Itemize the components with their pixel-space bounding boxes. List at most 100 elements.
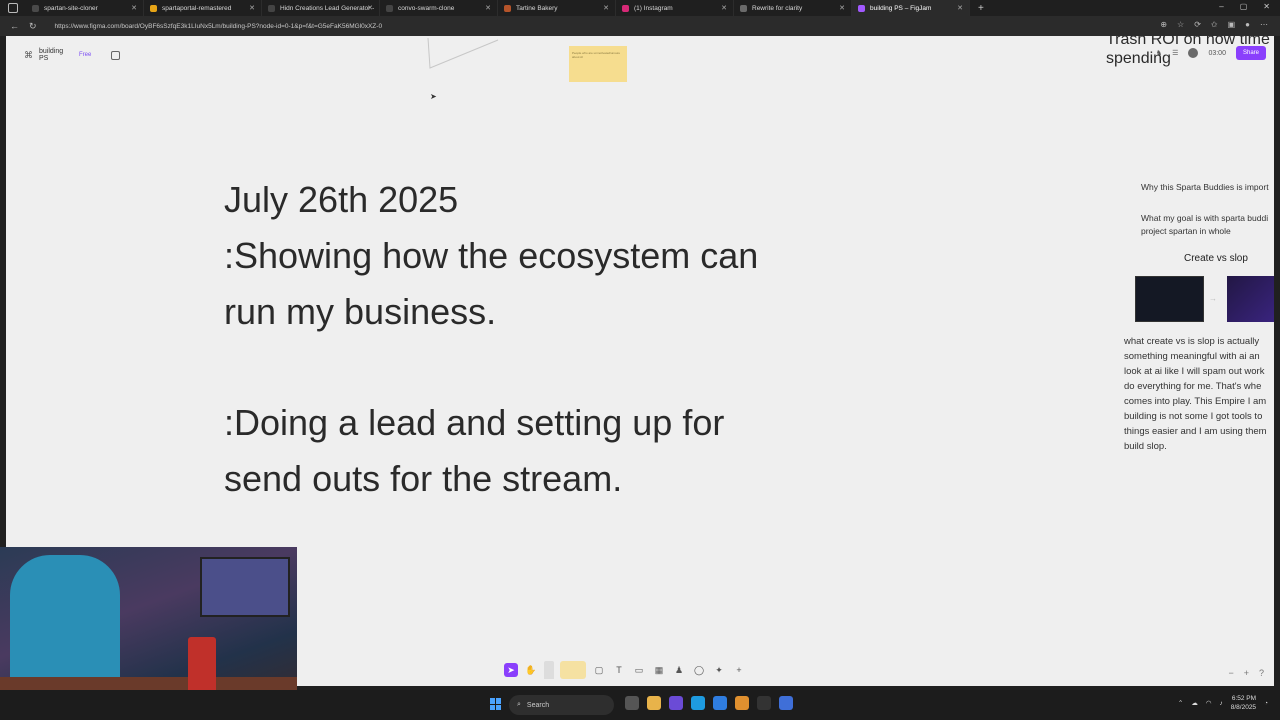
close-window-icon[interactable]: ✕ [1263,2,1270,11]
clock[interactable]: 6:52 PM 8/8/2025 [1231,694,1256,712]
profile-avatar[interactable]: ● [1245,20,1250,29]
app-icon[interactable] [669,696,683,710]
shape-tool-icon[interactable]: ▢ [592,663,606,677]
chat-icon[interactable]: ☰ [1172,49,1178,57]
browser-tab[interactable]: spartan-site-cloner ✕ [26,0,144,16]
hand-tool-icon[interactable]: ✋ [524,663,538,677]
sticky-tool-icon[interactable] [560,661,586,679]
board-text-line-1[interactable]: July 26th 2025 [224,179,458,221]
zoom-in-icon[interactable]: + [1244,668,1249,678]
tab-close-icon[interactable]: ✕ [839,4,845,12]
board-text-line-5[interactable]: send outs for the stream. [224,458,622,500]
board-note-why-sparta[interactable]: Why this Sparta Buddies is import [1141,181,1269,193]
wifi-icon[interactable]: ◠ [1206,699,1212,707]
connector-line[interactable] [426,38,506,74]
board-heading-create-vs-slop[interactable]: Create vs slop [1184,253,1248,264]
tab-favicon-icon [386,4,393,12]
more-menu-icon[interactable]: ⋯ [1260,20,1268,29]
webcam-can [188,637,216,697]
select-tool-icon[interactable]: ➤ [504,663,518,677]
browser-tab[interactable]: building PS – FigJam ✕ [852,0,970,16]
address-bar-actions: ⊕ ☆ ⟳ ✩ ▣ ● ⋯ [1160,20,1268,29]
table-tool-icon[interactable]: ▦ [652,663,666,677]
clock-time: 6:52 PM [1231,695,1257,702]
browser-tab[interactable]: (1) Instagram ✕ [616,0,734,16]
board-note-goal-line1[interactable]: What my goal is with sparta buddi [1141,212,1268,224]
window-controls: – ▢ ✕ [1219,2,1270,11]
tab-close-icon[interactable]: ✕ [957,4,963,12]
tab-close-icon[interactable]: ✕ [131,4,137,12]
store-icon[interactable] [713,696,727,710]
section-tool-icon[interactable]: ▭ [632,663,646,677]
board-note-goal-line2[interactable]: project spartan in whole [1141,225,1231,237]
browser-tab[interactable]: Rewrite for clarity ✕ [734,0,852,16]
taskbar-search[interactable]: ⌕ Search [509,695,614,715]
timer[interactable]: 03:00 [1208,50,1226,57]
tab-close-icon[interactable]: ✕ [603,4,609,12]
tab-strip: spartan-site-cloner ✕ spartaportal-remaste… [26,0,970,16]
marker-tool-icon[interactable] [544,661,554,679]
windows-start-icon[interactable] [490,698,502,710]
webcam-background-monitor [200,557,290,617]
tab-label: spartaportal-remastered [162,4,232,12]
figjam-logo-icon[interactable]: ⌘ [24,50,33,61]
screenshot-thumbnail[interactable] [1135,276,1204,322]
screenshot-thumbnail[interactable] [1227,276,1274,322]
back-icon[interactable]: ← [10,21,19,31]
app-icon[interactable] [779,696,793,710]
tab-close-icon[interactable]: ✕ [249,4,255,12]
bookmark-star-icon[interactable]: ☆ [1177,20,1184,29]
share-button[interactable]: Share [1235,46,1266,60]
browser-tab[interactable]: Tartine Bakery ✕ [498,0,616,16]
file-explorer-icon[interactable] [647,696,661,710]
comment-tool-icon[interactable]: ◯ [692,663,706,677]
sidebar-toggle-icon[interactable] [111,50,120,60]
board-text-line-4[interactable]: :Doing a lead and setting up for [224,402,724,444]
text-tool-icon[interactable]: T [612,663,626,677]
stamp-tool-icon[interactable]: ♟ [672,663,686,677]
maximize-icon[interactable]: ▢ [1240,2,1248,11]
volume-icon[interactable]: ♪ [1220,700,1223,707]
tab-close-icon[interactable]: ✕ [367,4,373,12]
tab-favicon-icon [740,4,747,12]
app-icon[interactable] [735,696,749,710]
favorites-icon[interactable]: ✩ [1211,20,1218,29]
sticky-note-text: People who are unmotivated/unsure about … [572,51,621,59]
task-view-icon[interactable] [625,696,639,710]
network-icon[interactable]: ☁ [1191,699,1198,707]
browser-tab[interactable]: spartaportal-remastered ✕ [144,0,262,16]
browser-tab[interactable]: Hidn Creations Lead Generator - ✕ [262,0,380,16]
tab-favicon-icon [32,4,39,12]
search-icon: ⌕ [517,701,521,708]
refresh-icon[interactable]: ↻ [29,21,37,32]
board-text-line-2[interactable]: :Showing how the ecosystem can [224,235,758,277]
more-tools-icon[interactable]: + [732,663,746,677]
board-paragraph[interactable]: what create vs is slop is actually somet… [1124,334,1274,454]
minimize-icon[interactable]: – [1219,2,1223,11]
url-field[interactable]: https://www.figma.com/board/OyBF6sSzfqE3… [55,23,383,30]
actions-tool-icon[interactable]: ✦ [712,663,726,677]
zoom-icon[interactable]: ⊕ [1160,20,1167,29]
extensions-icon[interactable]: ⟳ [1194,20,1201,29]
edge-icon[interactable] [691,696,705,710]
zoom-out-icon[interactable]: − [1228,668,1233,678]
file-menu[interactable]: ⌘ building PS Free [16,44,128,66]
window-menu-icon[interactable] [8,3,18,13]
tab-favicon-icon [268,4,275,12]
help-icon[interactable]: ? [1259,668,1264,678]
sticky-note[interactable]: People who are unmotivated/unsure about … [569,46,627,82]
notifications-icon[interactable]: ◔ [1264,700,1268,707]
user-avatar[interactable] [1188,48,1199,58]
tab-favicon-icon [622,4,629,12]
file-name[interactable]: building PS [39,48,73,62]
terminal-icon[interactable] [757,696,771,710]
collaborator-avatar[interactable]: ♞ [1156,49,1162,57]
new-tab-button[interactable]: + [978,3,984,14]
board-text-line-3[interactable]: run my business. [224,291,496,333]
tab-close-icon[interactable]: ✕ [721,4,727,12]
collections-icon[interactable]: ▣ [1228,20,1236,29]
tray-chevron-icon[interactable]: ⌃ [1178,699,1183,707]
tab-close-icon[interactable]: ✕ [485,4,491,12]
browser-tab[interactable]: convo-swarm-clone ✕ [380,0,498,16]
plan-badge: Free [78,52,92,58]
